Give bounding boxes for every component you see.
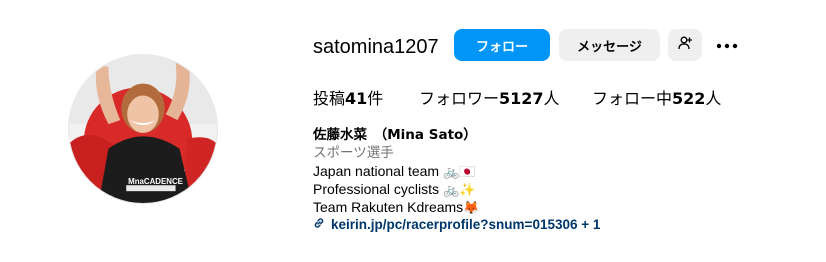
bio-line-2: Professional cyclists 🚲✨ [313, 180, 600, 198]
bio-line-2-emoji: 🚲✨ [442, 183, 476, 198]
link-icon [313, 216, 325, 234]
profile-link-text: keirin.jp/pc/racerprofile?snum=015306 + … [331, 217, 601, 232]
posts-count: 投稿41件 [313, 89, 383, 109]
bio-line-1-text: Japan national team [313, 163, 440, 179]
followers-label: フォロワー [419, 89, 500, 108]
posts-unit: 件 [367, 89, 384, 108]
bio-line-1-emoji: 🚲🇯🇵 [442, 165, 476, 180]
profile-external-link[interactable]: keirin.jp/pc/racerprofile?snum=015306 + … [313, 216, 600, 234]
posts-number: 41 [345, 89, 368, 108]
follow-button[interactable]: フォロー [454, 29, 550, 61]
profile-username: satomina1207 [313, 36, 439, 58]
message-button[interactable]: メッセージ [559, 29, 660, 61]
bio-line-3: Team Rakuten Kdreams🦊 [313, 198, 600, 216]
more-options-icon [716, 36, 738, 54]
followers-unit: 人 [543, 89, 560, 108]
following-number: 522 [672, 89, 706, 108]
person-add-icon [677, 35, 693, 55]
following-label: フォロー中 [592, 89, 673, 108]
following-unit: 人 [705, 89, 722, 108]
more-options-button[interactable] [715, 33, 739, 57]
followers-link[interactable]: フォロワー5127人 [419, 89, 560, 109]
bio-line-2-text: Professional cyclists [313, 181, 440, 197]
suggest-accounts-button[interactable] [668, 29, 702, 61]
bio-line-3-emoji: 🦊 [463, 201, 480, 216]
bio-line-1: Japan national team 🚲🇯🇵 [313, 162, 600, 180]
following-link[interactable]: フォロー中522人 [592, 89, 721, 109]
profile-avatar[interactable]: MnaCADENCE [68, 54, 218, 204]
category-label: スポーツ選手 [313, 145, 394, 161]
svg-text:MnaCADENCE: MnaCADENCE [128, 177, 183, 186]
profile-photo: MnaCADENCE [69, 55, 217, 203]
full-name: 佐藤水菜 （Mina Sato） [313, 127, 477, 143]
bio-line-3-text: Team Rakuten Kdreams [313, 199, 464, 215]
profile-bio: 佐藤水菜 （Mina Sato） スポーツ選手 Japan national t… [313, 126, 600, 234]
followers-number: 5127 [499, 89, 544, 108]
posts-label: 投稿 [313, 89, 346, 108]
